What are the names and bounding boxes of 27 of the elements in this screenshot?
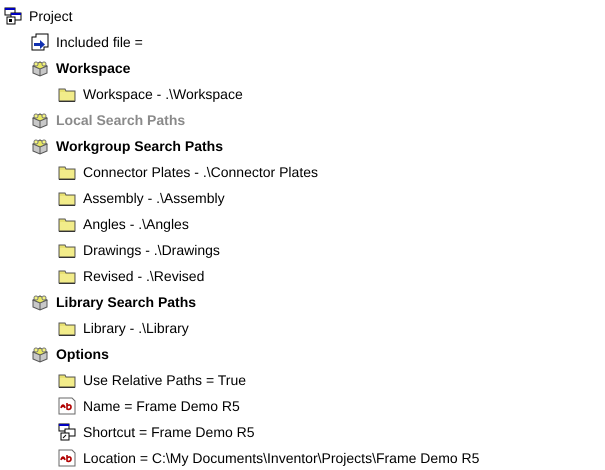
tree-item-label[interactable]: Project [29, 9, 73, 23]
tree-item-label[interactable]: Drawings - .\Drawings [83, 243, 220, 257]
project-icon [4, 7, 22, 25]
box-icon [31, 137, 49, 155]
box-icon [31, 293, 49, 311]
tree-item-label[interactable]: Connector Plates - .\Connector Plates [83, 165, 318, 179]
tree-item-label[interactable]: Location = C:\My Documents\Inventor\Projects\Frame Demo R5 [83, 451, 480, 465]
shortcut-icon [58, 423, 76, 441]
tree-item-label[interactable]: Included file = [56, 35, 143, 49]
tree-item-label[interactable]: Revised - .\Revised [83, 269, 204, 283]
tree-item-label[interactable]: Shortcut = Frame Demo R5 [83, 425, 255, 439]
file-icon [31, 33, 49, 51]
tree-item-label[interactable]: Name = Frame Demo R5 [83, 399, 240, 413]
tree-item-label[interactable]: Workspace - .\Workspace [83, 87, 243, 101]
tree-item-label[interactable]: Assembly - .\Assembly [83, 191, 225, 205]
tree-item-label[interactable]: Angles - .\Angles [83, 217, 189, 231]
tree-item-label[interactable]: Workgroup Search Paths [56, 139, 224, 153]
tree-item-label[interactable]: Library - .\Library [83, 321, 189, 335]
tree-item-label[interactable]: Library Search Paths [56, 295, 196, 309]
tree-item-label[interactable]: Workspace [56, 61, 130, 75]
box-icon [31, 111, 49, 129]
tree-item-label[interactable]: Use Relative Paths = True [83, 373, 246, 387]
text-value-icon [58, 449, 76, 467]
text-value-icon [58, 397, 76, 415]
box-icon [31, 345, 49, 363]
box-icon [31, 59, 49, 77]
tree-item-label[interactable]: Options [56, 347, 109, 361]
